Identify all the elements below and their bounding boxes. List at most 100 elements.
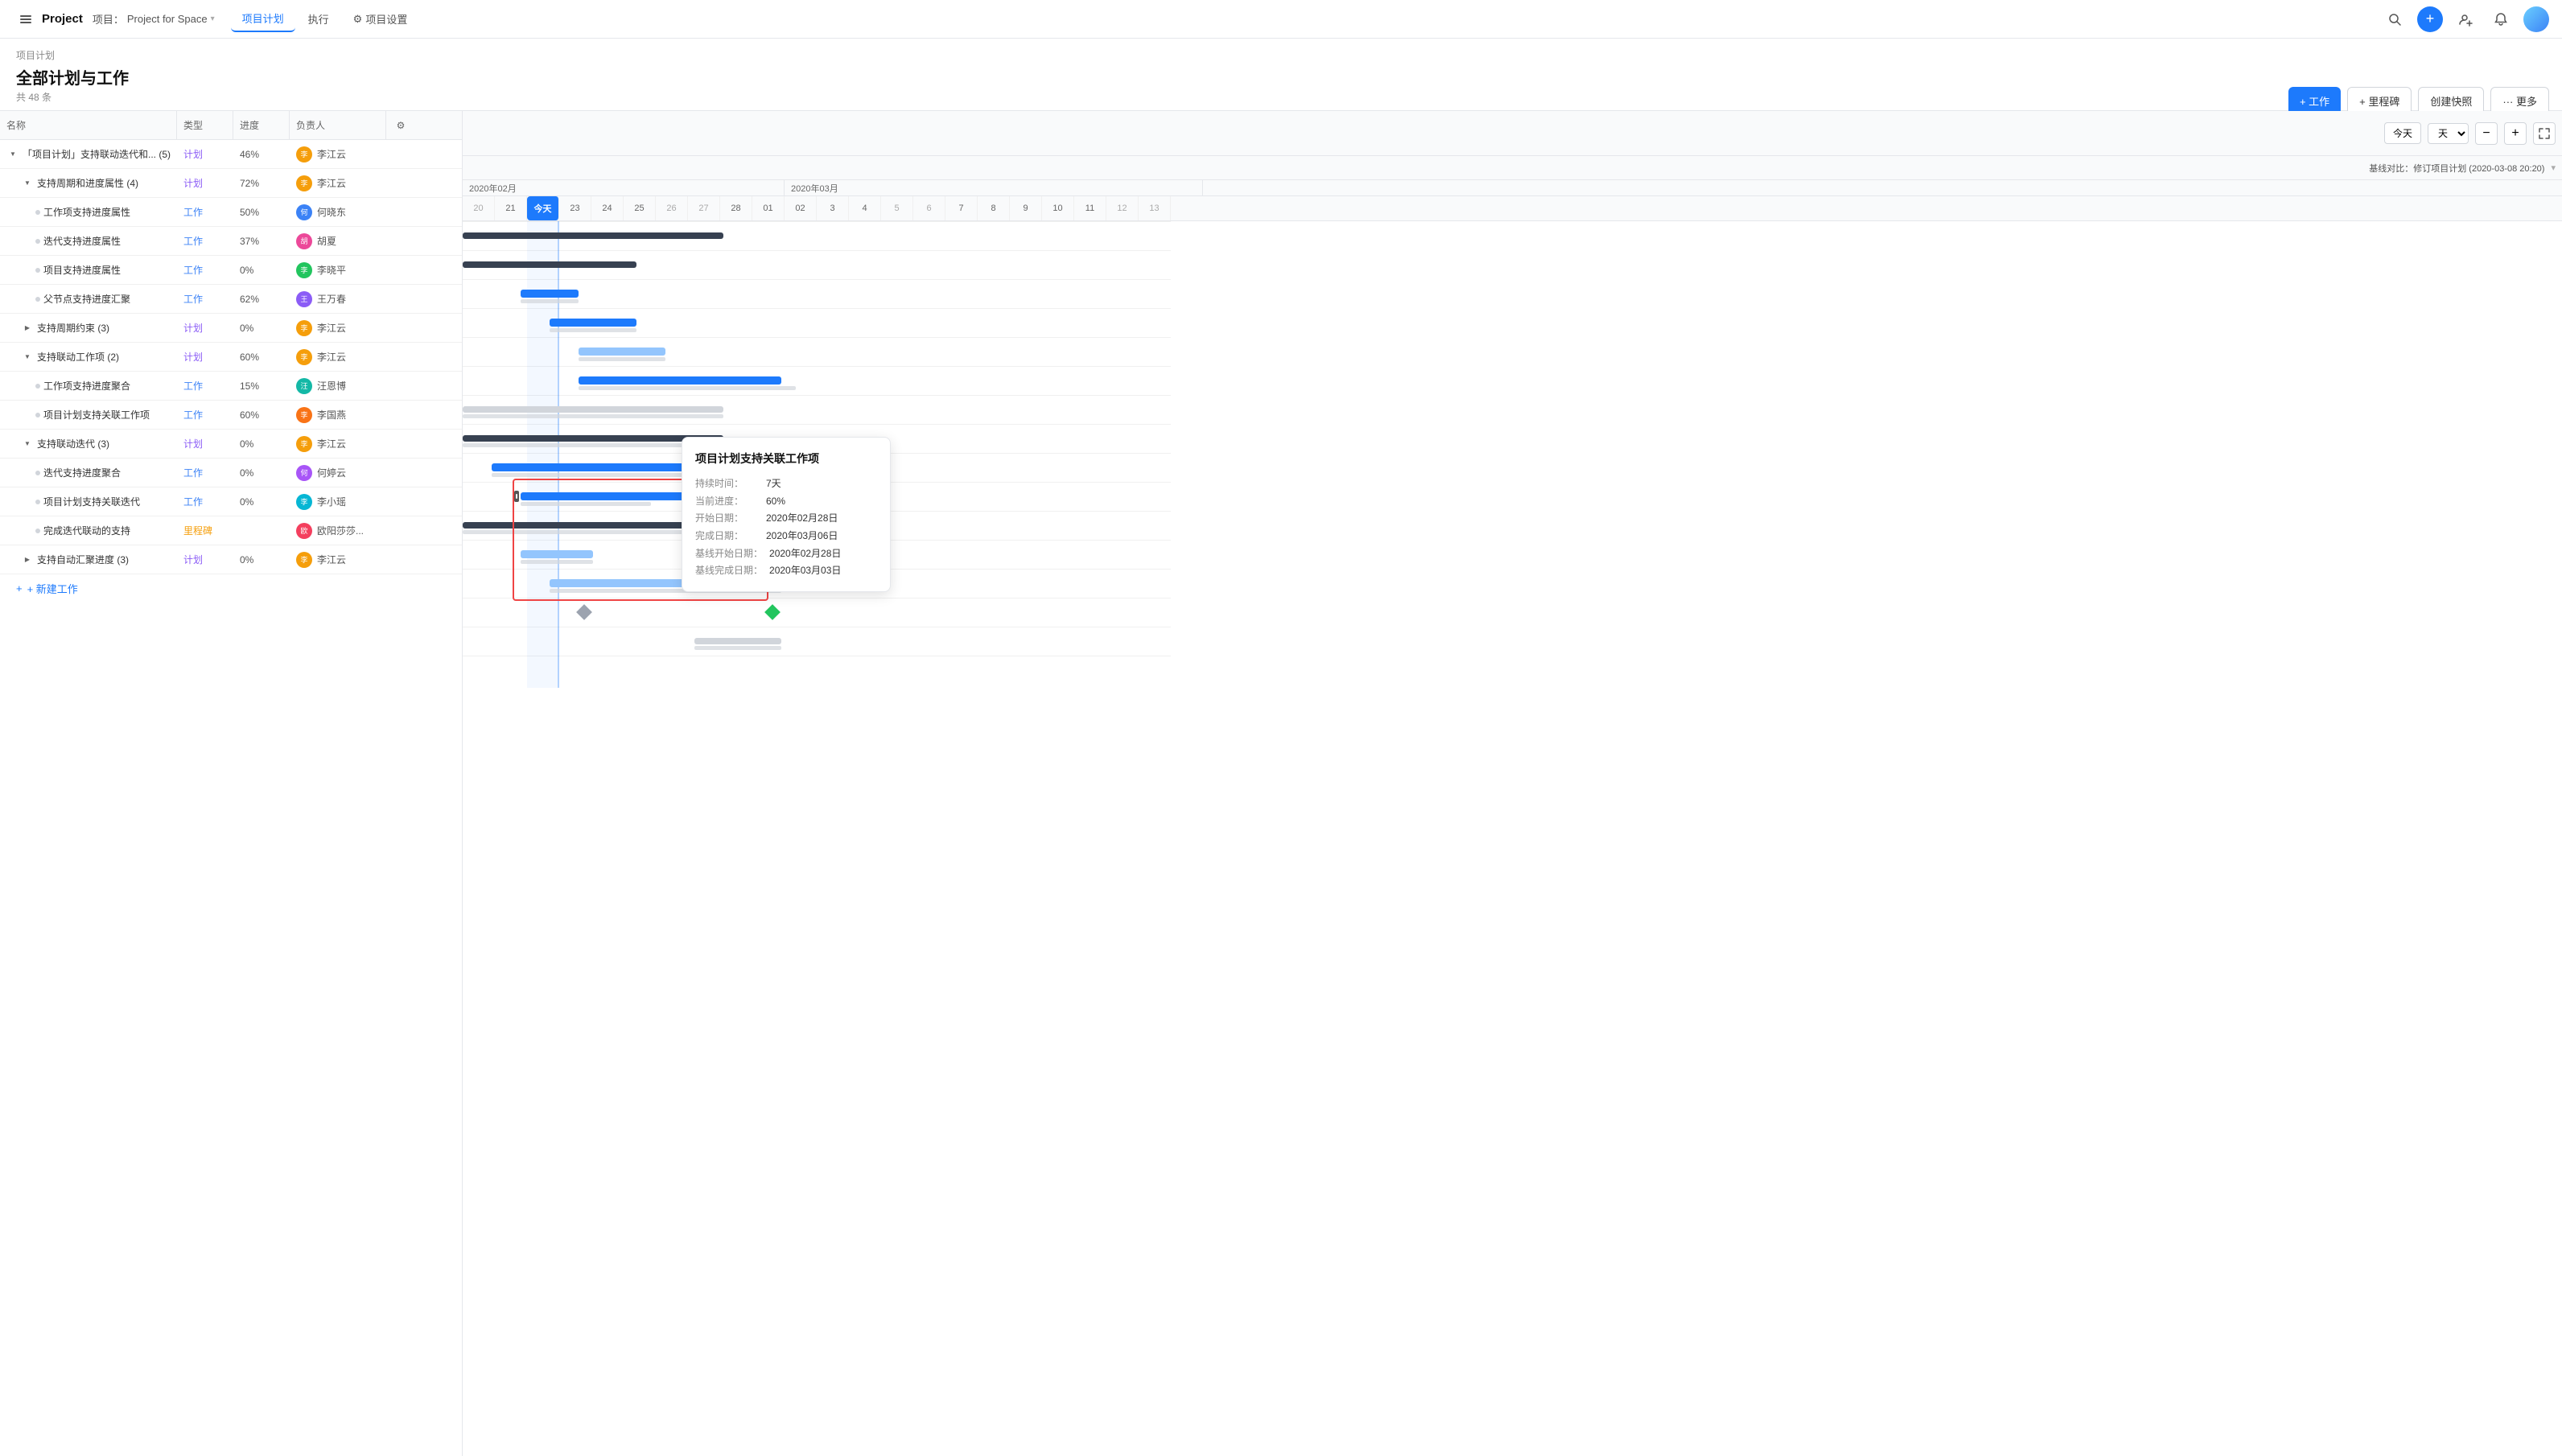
zoom-in-button[interactable]: +	[2504, 122, 2527, 145]
row-progress: 62%	[233, 285, 290, 313]
gantt-bar[interactable]	[694, 638, 781, 644]
row-type: 工作	[177, 198, 233, 226]
table-row[interactable]: 项目计划支持关联迭代 工作 0% 李 李小瑶	[0, 487, 462, 516]
assignee-name: 何晓东	[317, 205, 346, 219]
row-name: 「项目计划」支持联动迭代和... (5)	[23, 147, 171, 161]
gantt-day-cell: 27	[688, 196, 720, 220]
add-member-button[interactable]	[2453, 6, 2478, 32]
table-row[interactable]: 「项目计划」支持联动迭代和... (5) 计划 46% 李 李江云	[0, 140, 462, 169]
row-type: 计划	[177, 169, 233, 197]
expand-icon[interactable]	[21, 351, 34, 364]
add-button[interactable]: +	[2417, 6, 2443, 32]
row-name: 父节点支持进度汇聚	[43, 292, 171, 306]
project-name-link[interactable]: Project for Space ▾	[127, 13, 215, 25]
tab-settings-label: 项目设置	[365, 11, 407, 27]
table-row[interactable]: 支持联动迭代 (3) 计划 0% 李 李江云	[0, 430, 462, 459]
nav-tabs: 项目计划 执行 ⚙ 项目设置	[231, 6, 419, 32]
gantt-bar[interactable]	[579, 376, 781, 385]
row-assignee: 李 李江云	[290, 169, 386, 197]
row-dot	[35, 413, 40, 417]
zoom-out-button[interactable]: −	[2475, 122, 2498, 145]
menu-button[interactable]	[13, 6, 39, 32]
fullscreen-button[interactable]	[2533, 122, 2556, 145]
tab-exec[interactable]: 执行	[297, 6, 340, 31]
table-row[interactable]: 迭代支持进度聚合 工作 0% 何 何婷云	[0, 459, 462, 487]
avatar: 何	[296, 465, 312, 481]
expand-icon[interactable]	[21, 177, 34, 190]
gantt-day-cell: 7	[945, 196, 978, 220]
gantt-day-cell: 24	[591, 196, 624, 220]
table-row[interactable]: 工作项支持进度聚合 工作 15% 汪 汪恩博	[0, 372, 462, 401]
gantt-bar[interactable]	[579, 348, 665, 356]
row-name: 支持联动迭代 (3)	[37, 437, 171, 450]
row-progress: 37%	[233, 227, 290, 255]
gantt-bar[interactable]	[492, 463, 694, 471]
table-row[interactable]: 支持周期和进度属性 (4) 计划 72% 李 李江云	[0, 169, 462, 198]
gantt-day-row: 2021今天2324252627280102345678910111213	[463, 196, 2562, 220]
page-header: 项目计划 全部计划与工作 共 48 条 + 工作 + 里程碑 创建快照 ··· …	[0, 39, 2562, 111]
row-name: 支持周期约束 (3)	[37, 321, 171, 335]
table-row[interactable]: 项目支持进度属性 工作 0% 李 李晓平	[0, 256, 462, 285]
tab-settings[interactable]: ⚙ 项目设置	[342, 6, 419, 31]
row-assignee: 李 李江云	[290, 545, 386, 574]
gantt-bar[interactable]	[463, 261, 636, 268]
avatar: 王	[296, 291, 312, 307]
notification-button[interactable]	[2488, 6, 2514, 32]
col-settings-icon[interactable]: ⚙	[386, 111, 415, 139]
row-name: 项目计划支持关联工作项	[43, 408, 171, 422]
tab-plan[interactable]: 项目计划	[231, 6, 295, 32]
search-button[interactable]	[2382, 6, 2408, 32]
expand-icon[interactable]	[21, 438, 34, 450]
gantt-bar[interactable]	[550, 319, 636, 327]
tooltip-value: 2020年03月06日	[766, 528, 838, 545]
tooltip-row: 完成日期：2020年03月06日	[695, 528, 877, 545]
gantt-bar[interactable]	[463, 406, 723, 413]
assignee-name: 李江云	[317, 321, 346, 335]
expand-icon[interactable]	[6, 148, 19, 161]
plus-icon: +	[16, 582, 23, 594]
new-work-label: + 新建工作	[27, 581, 78, 596]
gantt-day-cell: 13	[1139, 196, 1171, 220]
tooltip-value: 2020年03月03日	[769, 562, 841, 580]
today-button[interactable]: 今天	[2384, 122, 2421, 144]
table-row[interactable]: 支持联动工作项 (2) 计划 60% 李 李江云	[0, 343, 462, 372]
table-row[interactable]: 迭代支持进度属性 工作 37% 胡 胡夏	[0, 227, 462, 256]
table-row[interactable]: 父节点支持进度汇聚 工作 62% 王 王万春	[0, 285, 462, 314]
gantt-day-cell: 02	[785, 196, 817, 220]
page-title: 全部计划与工作	[16, 65, 2546, 88]
baseline-dropdown-icon: ▾	[2551, 162, 2556, 173]
gantt-bar[interactable]	[521, 550, 593, 558]
row-type: 计划	[177, 140, 233, 168]
gantt-day-cell: 5	[881, 196, 913, 220]
gantt-bar[interactable]	[463, 232, 723, 239]
row-dot	[35, 529, 40, 533]
gantt-bar[interactable]	[521, 290, 579, 298]
avatar: 李	[296, 349, 312, 365]
gantt-area[interactable]: 今天 天 − + 基线对比：修订项目计划 (2020-03-08 20:20) …	[463, 111, 2562, 1456]
gantt-day-cell: 4	[849, 196, 881, 220]
table-row[interactable]: 项目计划支持关联工作项 工作 60% 李 李国燕	[0, 401, 462, 430]
table-row[interactable]: 支持自动汇聚进度 (3) 计划 0% 李 李江云	[0, 545, 462, 574]
user-avatar[interactable]	[2523, 6, 2549, 32]
avatar: 李	[296, 552, 312, 568]
breadcrumb-label: 项目：	[93, 11, 124, 27]
row-name: 迭代支持进度聚合	[43, 466, 171, 479]
table-row[interactable]: 支持周期约束 (3) 计划 0% 李 李江云	[0, 314, 462, 343]
table-row[interactable]: 完成迭代联动的支持 里程碑 欧 欧阳莎莎...	[0, 516, 462, 545]
baseline-label: 基线对比：修订项目计划 (2020-03-08 20:20)	[2369, 162, 2544, 175]
row-type: 计划	[177, 430, 233, 458]
project-name-text: Project for Space	[127, 13, 208, 25]
row-name: 工作项支持进度属性	[43, 205, 171, 219]
row-name: 完成迭代联动的支持	[43, 524, 171, 537]
row-assignee: 何 何晓东	[290, 198, 386, 226]
avatar: 李	[296, 436, 312, 452]
row-type: 工作	[177, 459, 233, 487]
main-layout: 名称 类型 进度 负责人 ⚙ 「项目计划」支持联动迭代和... (5) 计划 4…	[0, 111, 2562, 1456]
assignee-name: 李晓平	[317, 263, 346, 277]
new-work-button[interactable]: + + 新建工作	[0, 574, 462, 603]
row-type: 工作	[177, 256, 233, 284]
expand-icon[interactable]	[21, 322, 34, 335]
view-select[interactable]: 天	[2428, 123, 2469, 144]
table-row[interactable]: 工作项支持进度属性 工作 50% 何 何晓东	[0, 198, 462, 227]
expand-icon[interactable]	[21, 553, 34, 566]
